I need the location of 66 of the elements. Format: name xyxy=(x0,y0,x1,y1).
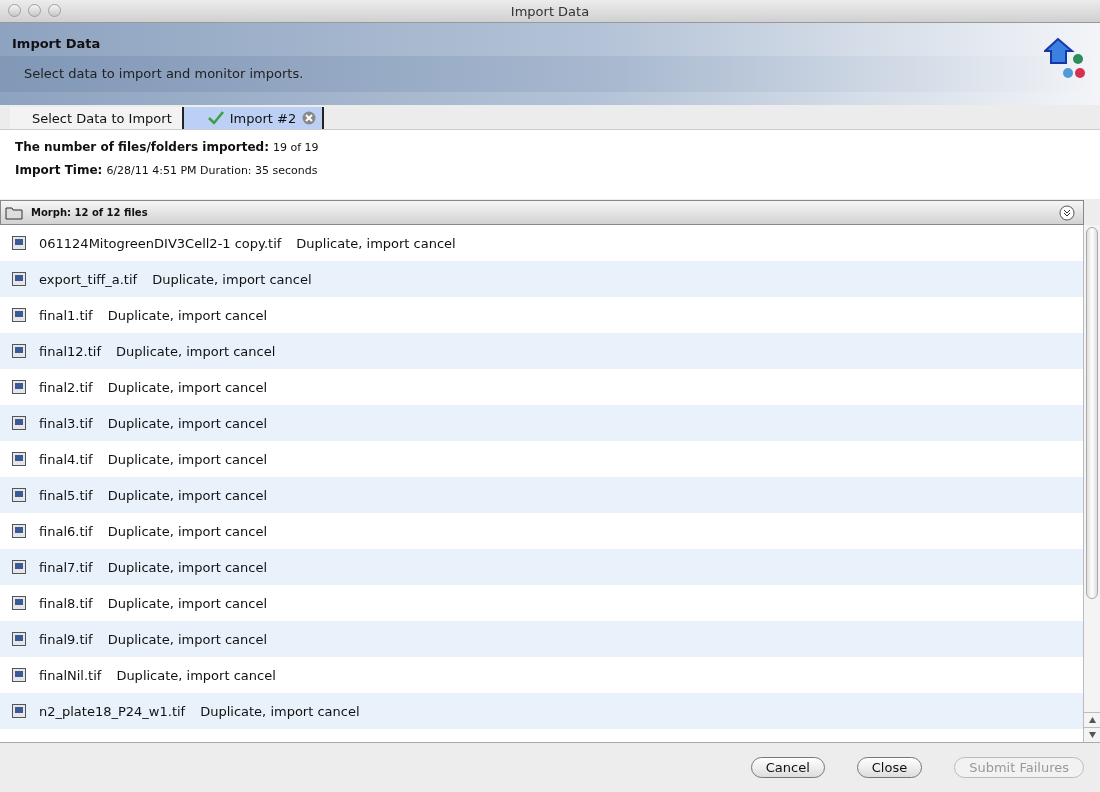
window-control-button[interactable] xyxy=(28,4,41,17)
file-status: Duplicate, import cancel xyxy=(107,487,268,503)
image-file-icon xyxy=(12,704,26,718)
file-name: finalNil.tif xyxy=(39,667,102,683)
image-file-icon xyxy=(12,344,26,358)
window-control-button[interactable] xyxy=(48,4,61,17)
footer-button[interactable]: Close xyxy=(856,757,923,778)
file-status: Duplicate, import cancel xyxy=(107,379,268,395)
image-file-icon xyxy=(12,632,26,646)
image-file-icon xyxy=(12,272,26,286)
file-name: n2_plate18_P24_w1.tif xyxy=(39,703,186,719)
image-file-icon xyxy=(12,236,26,250)
image-file-icon xyxy=(12,380,26,394)
image-file-icon xyxy=(12,308,26,322)
file-status: Duplicate, import cancel xyxy=(107,523,268,539)
file-status: Duplicate, import cancel xyxy=(115,343,276,359)
summary-label: Import Time: xyxy=(15,163,103,177)
file-name: final5.tif xyxy=(39,487,93,503)
image-file-icon xyxy=(12,560,26,574)
file-status: Duplicate, import cancel xyxy=(296,235,456,251)
file-status: Duplicate, import cancel xyxy=(107,559,268,575)
image-file-icon xyxy=(12,452,26,466)
close-icon[interactable] xyxy=(302,111,317,125)
checkmark-icon xyxy=(207,111,224,125)
folder-icon xyxy=(5,205,23,220)
file-name: final3.tif xyxy=(39,415,93,431)
image-file-icon xyxy=(12,488,26,502)
file-name: final4.tif xyxy=(39,451,93,467)
file-name: final7.tif xyxy=(39,559,93,575)
summary-value: 6/28/11 4:51 PM Duration: 35 seconds xyxy=(106,164,318,177)
file-status: Duplicate, import cancel xyxy=(152,271,312,287)
file-status: Duplicate, import cancel xyxy=(116,667,276,683)
file-status: Duplicate, import cancel xyxy=(107,595,268,611)
scroll-down-icon[interactable] xyxy=(1088,732,1096,738)
group-header[interactable]: Morph: 12 of 12 files xyxy=(0,200,1084,225)
image-file-icon xyxy=(12,524,26,538)
file-status: Duplicate, import cancel xyxy=(107,307,268,323)
file-status: Duplicate, import cancel xyxy=(107,415,268,431)
collapse-icon[interactable] xyxy=(1059,204,1075,221)
summary-label: The number of files/folders imported: xyxy=(15,140,269,154)
scroll-up-icon[interactable] xyxy=(1088,717,1096,723)
footer-button[interactable]: Cancel xyxy=(750,757,825,778)
file-name: final12.tif xyxy=(39,343,101,359)
header-title: Import Data xyxy=(12,36,101,51)
scrollbar[interactable] xyxy=(1083,225,1100,742)
window-title: Import Data xyxy=(510,3,590,19)
image-file-icon xyxy=(12,416,26,430)
house-logo-icon xyxy=(1044,37,1086,81)
image-file-icon xyxy=(12,668,26,682)
file-name: final1.tif xyxy=(39,307,93,323)
file-name: final2.tif xyxy=(39,379,93,395)
file-name: export_tiff_a.tif xyxy=(39,271,138,287)
file-status: Duplicate, import cancel xyxy=(107,451,268,467)
image-file-icon xyxy=(12,596,26,610)
tab[interactable]: Import #2 xyxy=(183,107,325,129)
file-status: Duplicate, import cancel xyxy=(107,631,268,647)
file-name: final9.tif xyxy=(39,631,93,647)
group-title: Morph: 12 of 12 files xyxy=(31,207,149,218)
file-name: final8.tif xyxy=(39,595,93,611)
file-status: Duplicate, import cancel xyxy=(200,703,360,719)
summary-value: 19 of 19 xyxy=(272,141,319,154)
tab[interactable]: Select Data to Import xyxy=(10,107,184,129)
header-subtitle: Select data to import and monitor imports. xyxy=(24,66,304,81)
file-name: final6.tif xyxy=(39,523,93,539)
window-control-button[interactable] xyxy=(8,4,21,17)
file-name: 061124MitogreenDIV3Cell2-1 copy.tif xyxy=(39,235,282,251)
